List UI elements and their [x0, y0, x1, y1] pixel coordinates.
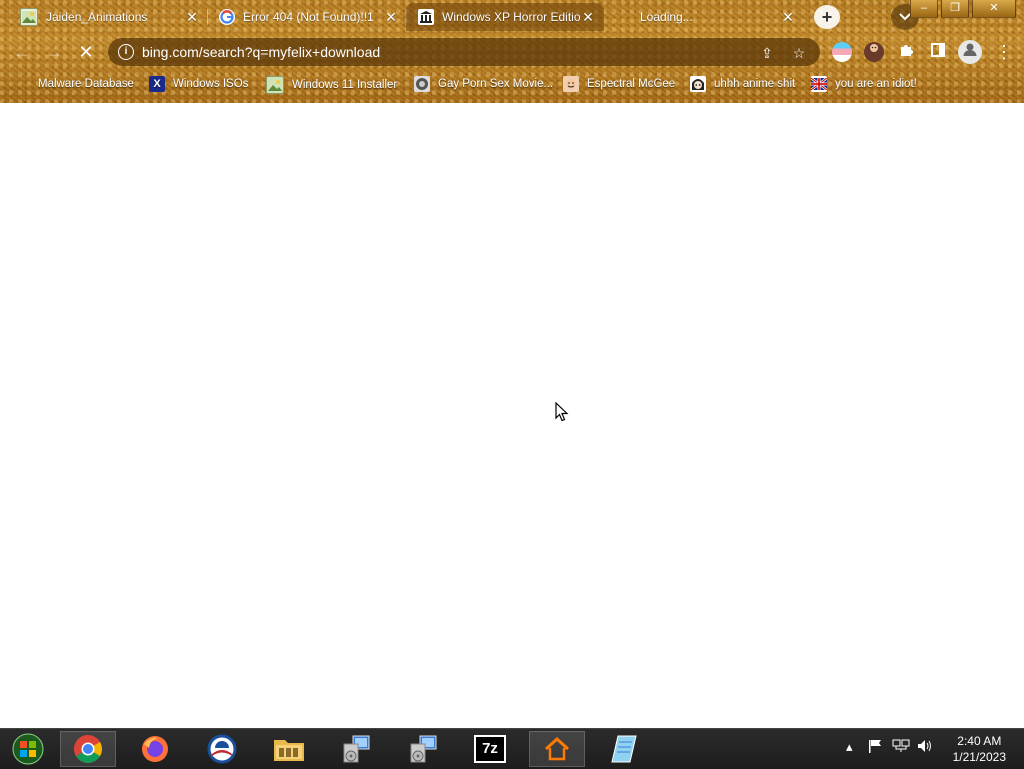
puzzle-extensions-icon[interactable]: [896, 42, 916, 62]
flag-extension-icon[interactable]: [832, 42, 852, 62]
back-button[interactable]: ←: [10, 40, 34, 64]
bookmark-label: Gay Porn Sex Movie...: [438, 78, 554, 90]
home-icon: [544, 736, 570, 761]
address-bar[interactable]: i bing.com/search?q=myfelix+download ⇪ ☆: [108, 38, 820, 66]
loading-icon: [616, 9, 632, 25]
google-g-icon: [219, 9, 235, 25]
bookmark-label: Espectral McGee: [587, 78, 676, 90]
installer-icon: [343, 735, 370, 763]
taskbar-installer-1[interactable]: [328, 731, 384, 767]
share-icon[interactable]: ⇪: [758, 44, 776, 62]
profile-avatar-icon[interactable]: [958, 40, 982, 64]
bookmark-label: Malware Database: [38, 78, 134, 90]
tab-close-icon[interactable]: ✕: [383, 9, 399, 25]
windows-orb-icon: [12, 733, 44, 765]
tab-strip: Jaiden_Animations ✕ Error 404 (Not Found…: [0, 0, 1024, 34]
taskbar-installer-2[interactable]: [395, 731, 451, 767]
firefox-icon: [142, 736, 168, 762]
site-logo-icon: [414, 76, 430, 92]
taskbar-notepad[interactable]: [596, 731, 652, 767]
forward-button[interactable]: →: [42, 40, 66, 64]
page-content-area[interactable]: [0, 103, 1024, 728]
action-center-flag-icon[interactable]: [868, 739, 884, 756]
volume-icon[interactable]: [917, 739, 933, 756]
bookmarks-bar: Malware Database X Windows ISOs Windows …: [0, 70, 1024, 98]
chrome-icon: [74, 735, 102, 763]
tab-loading[interactable]: Loading... ✕: [604, 3, 804, 31]
side-panel-icon[interactable]: [928, 42, 948, 62]
tab-close-icon[interactable]: ✕: [580, 9, 596, 25]
bookmark-label: Windows 11 Installer: [292, 79, 398, 91]
bookmark-windows-isos[interactable]: X Windows ISOs: [149, 76, 248, 92]
taskbar-firefox[interactable]: [127, 731, 183, 767]
tab-error-404[interactable]: Error 404 (Not Found)!!1 ✕: [207, 3, 407, 31]
tab-title: Jaiden_Animations: [46, 10, 148, 24]
bookmark-you-are-an-idiot[interactable]: you are an idiot!: [811, 76, 917, 92]
tab-title: Loading...: [640, 10, 693, 24]
bookmark-anime[interactable]: uhhh anime shit: [690, 76, 795, 92]
site-info-icon[interactable]: i: [118, 44, 134, 60]
tab-title: Windows XP Horror Editio: [442, 10, 581, 24]
clock-time: 2:40 AM: [957, 734, 1002, 748]
bookmark-label: you are an idiot!: [835, 78, 917, 90]
bookmark-label: Windows ISOs: [173, 78, 249, 90]
folder-icon: [274, 740, 304, 761]
network-icon[interactable]: [892, 739, 910, 756]
navigation-toolbar: ← → ✕ i bing.com/search?q=myfelix+downlo…: [0, 34, 1024, 70]
tab-jaiden-animations[interactable]: Jaiden_Animations ✕: [8, 3, 208, 31]
bookmark-espectral-mcgee[interactable]: Espectral McGee: [563, 76, 675, 92]
start-button[interactable]: [0, 731, 56, 767]
notepad-icon: [611, 735, 637, 763]
browser-chrome: Jaiden_Animations ✕ Error 404 (Not Found…: [0, 0, 1024, 103]
tab-windows-xp-horror[interactable]: Windows XP Horror Editio ✕: [406, 3, 604, 31]
anime-face-icon: [690, 76, 706, 92]
museum-icon: [418, 9, 434, 25]
tab-title: Error 404 (Not Found)!!1: [243, 10, 374, 24]
avatar-extension-icon[interactable]: [864, 42, 884, 62]
bookmark-star-icon[interactable]: ☆: [790, 44, 808, 62]
bookmark-windows-11-installer[interactable]: Windows 11 Installer: [266, 76, 397, 94]
taskbar-home-app[interactable]: [529, 731, 585, 767]
obama-logo-icon: [207, 734, 237, 764]
maximize-button[interactable]: ❐: [941, 0, 969, 18]
show-hidden-icons-chevron-icon[interactable]: ▴: [846, 739, 853, 755]
minimize-button[interactable]: –: [910, 0, 938, 18]
system-clock[interactable]: 2:40 AM 1/21/2023: [953, 733, 1006, 765]
bookmark-movie-site[interactable]: Gay Porn Sex Movie...: [414, 76, 553, 92]
image-thumbnail-icon: [266, 76, 284, 94]
menu-kebab-icon[interactable]: ⋮: [992, 40, 1016, 64]
close-window-button[interactable]: ✕: [972, 0, 1016, 18]
taskbar-file-explorer[interactable]: [261, 731, 317, 767]
stop-loading-button[interactable]: ✕: [74, 40, 98, 64]
new-tab-button[interactable]: +: [814, 5, 840, 29]
taskbar-7zip[interactable]: 7z: [462, 731, 518, 767]
bookmark-label: uhhh anime shit: [714, 78, 796, 90]
x-logo-icon: X: [149, 76, 165, 92]
taskbar: 7z ▴ 2:40 AM 1/21/2023: [0, 728, 1024, 769]
tab-close-icon[interactable]: ✕: [780, 9, 796, 25]
face-icon: [563, 76, 579, 92]
flag-uk-icon: [811, 76, 827, 92]
bookmark-malware-database[interactable]: Malware Database: [14, 76, 134, 92]
clock-date: 1/21/2023: [952, 750, 1006, 764]
window-controls: – ❐ ✕: [907, 0, 1016, 18]
installer-icon: [410, 735, 437, 763]
tab-close-icon[interactable]: ✕: [184, 9, 200, 25]
image-thumbnail-icon: [20, 8, 38, 26]
7zip-icon: 7z: [474, 735, 506, 763]
taskbar-obama-logo-app[interactable]: [194, 731, 250, 767]
taskbar-chrome[interactable]: [60, 731, 116, 767]
url-text[interactable]: bing.com/search?q=myfelix+download: [142, 44, 380, 60]
mouse-cursor-icon: [555, 402, 569, 422]
blank-page-icon: [14, 76, 30, 92]
